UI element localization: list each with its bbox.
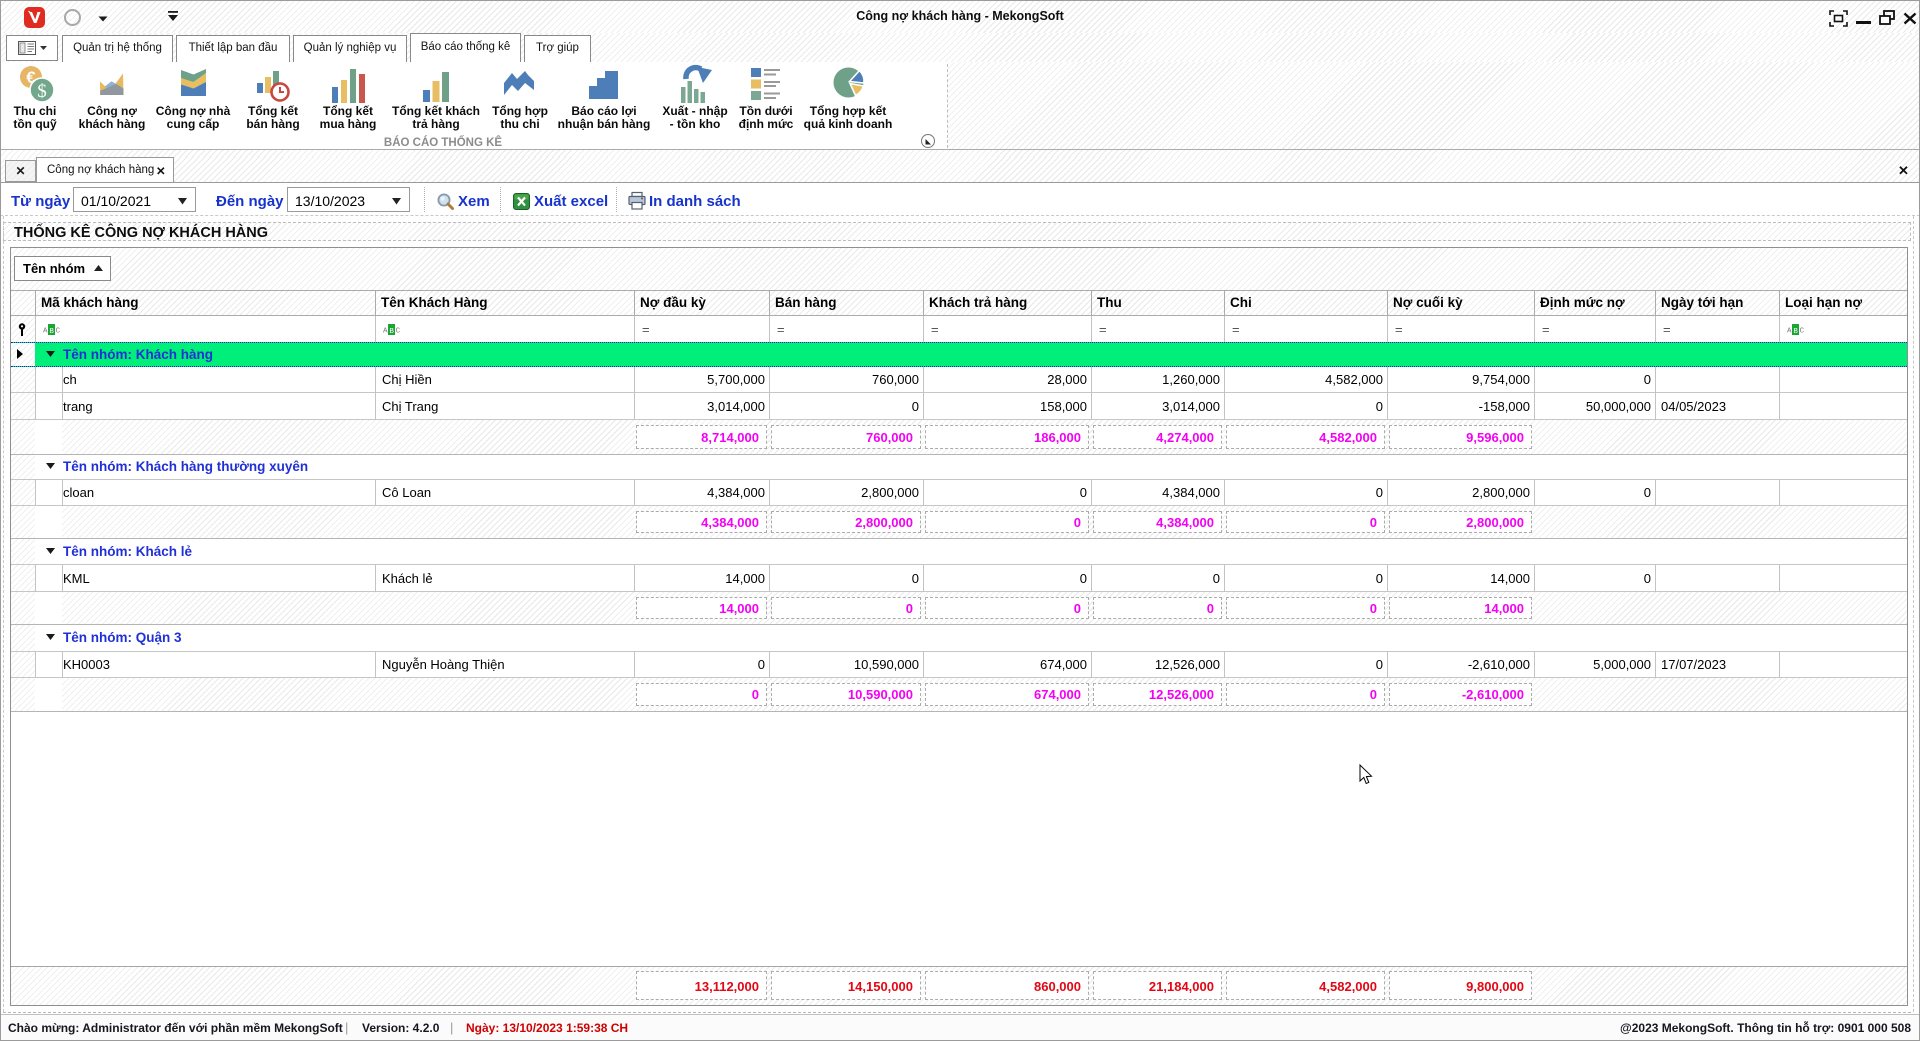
svg-text:A: A (1787, 328, 1792, 336)
svg-text:C: C (1800, 328, 1805, 336)
svg-text:A: A (383, 328, 388, 336)
svg-text:B: B (49, 328, 54, 336)
svg-text:$: $ (37, 81, 47, 102)
svg-text:A: A (43, 328, 48, 336)
svg-text:C: C (56, 328, 61, 336)
svg-text:B: B (1793, 328, 1798, 336)
svg-text:C: C (396, 328, 401, 336)
svg-text:B: B (389, 328, 394, 336)
